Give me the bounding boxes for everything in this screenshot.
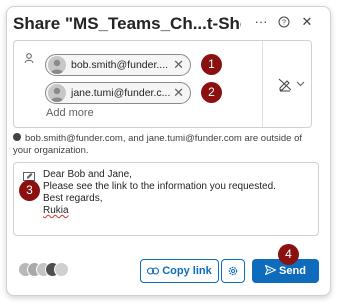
callout-marker: 3	[19, 180, 40, 201]
avatar	[48, 84, 66, 102]
callout-marker: 4	[278, 244, 299, 265]
copy-link-label: Copy link	[162, 265, 212, 277]
recipient-email: bob.smith@funder....	[71, 59, 169, 71]
recipient-email: jane.tumi@funder.c...	[71, 87, 171, 99]
notice-text: bob.smith@funder.com, and jane.tumi@fund…	[13, 133, 302, 156]
send-icon	[264, 264, 277, 276]
svg-text:?: ?	[282, 20, 286, 27]
send-label: Send	[279, 265, 306, 277]
permission-dropdown[interactable]	[277, 76, 309, 92]
callout-marker: 1	[201, 54, 222, 75]
ellipsis-icon[interactable]: ···	[252, 13, 270, 31]
recipient-chip-bob[interactable]: bob.smith@funder.... ✕	[45, 54, 191, 76]
chevron-down-icon	[296, 81, 305, 87]
shared-with-avatars[interactable]	[18, 262, 74, 278]
copy-link-button[interactable]: Copy link	[140, 259, 219, 283]
avatar	[48, 56, 66, 74]
recipient-chip-jane[interactable]: jane.tumi@funder.c... ✕	[45, 82, 191, 104]
close-icon[interactable]: ✕	[298, 13, 316, 31]
callout-marker: 2	[201, 82, 222, 103]
message-text[interactable]: Dear Bob and Jane, Please see the link t…	[43, 169, 276, 217]
add-more-input[interactable]: Add more	[46, 107, 94, 119]
message-field[interactable]: Dear Bob and Jane, Please see the link t…	[13, 162, 319, 236]
info-icon	[13, 133, 21, 141]
divider	[262, 41, 263, 127]
external-recipients-notice: bob.smith@funder.com, and jane.tumi@fund…	[13, 133, 313, 157]
recipients-field[interactable]: bob.smith@funder.... ✕ 1 jane.tumi@funde…	[13, 40, 312, 128]
message-line: Dear Bob and Jane,	[43, 169, 132, 180]
remove-recipient-icon[interactable]: ✕	[173, 57, 184, 73]
avatar	[54, 262, 69, 277]
link-icon	[147, 267, 160, 275]
message-line: Please see the link to the information y…	[43, 181, 276, 192]
link-settings-button[interactable]	[221, 259, 245, 283]
remove-recipient-icon[interactable]: ✕	[173, 85, 184, 101]
message-line: Best regards,	[43, 193, 103, 204]
help-icon[interactable]: ?	[275, 13, 293, 31]
dialog-title: Share "MS_Teams_Ch...t-Sheet.pdf"	[13, 14, 241, 33]
message-line: Rukia	[43, 205, 69, 216]
gear-icon	[228, 266, 238, 276]
person-icon	[24, 53, 34, 64]
no-edit-pen-icon	[278, 78, 292, 92]
